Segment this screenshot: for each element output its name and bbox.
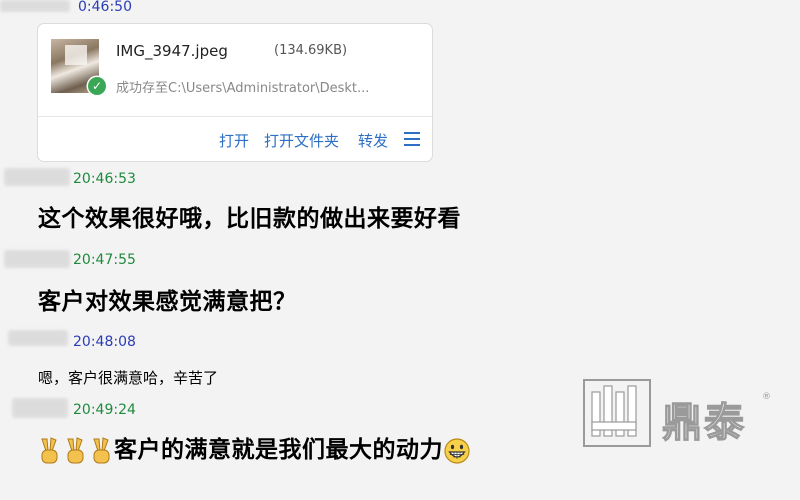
message-timestamp: 20:47:55 xyxy=(73,252,136,268)
blurred-sender-name xyxy=(8,330,68,346)
message-row: 客户的满意就是我们最大的动力 xyxy=(36,436,471,465)
open-file-link[interactable]: 打开 xyxy=(219,130,249,151)
card-divider xyxy=(38,116,432,117)
file-save-status: 成功存至C:\Users\Administrator\Deskt... xyxy=(116,81,370,96)
file-transfer-card[interactable]: ✓ IMG_3947.jpeg (134.69KB) 成功存至C:\Users\… xyxy=(37,23,433,162)
brand-mark-icon xyxy=(583,379,651,447)
message-timestamp: 20:48:08 xyxy=(73,334,136,350)
message-text: 嗯，客户很满意哈，辛苦了 xyxy=(38,369,219,387)
message-text: 这个效果很好哦，比旧款的做出来要好看 xyxy=(38,206,461,232)
hamburger-menu-icon[interactable] xyxy=(404,132,420,146)
message-timestamp: 20:49:24 xyxy=(73,402,136,418)
file-size: (134.69KB) xyxy=(274,43,348,58)
victory-hand-icon xyxy=(93,436,110,463)
blurred-sender-name xyxy=(12,398,68,418)
brand-name: 鼎泰 xyxy=(661,399,746,446)
brand-watermark-logo: 鼎泰 ® xyxy=(582,378,772,448)
registered-mark: ® xyxy=(762,392,771,402)
victory-hand-icon xyxy=(41,436,58,463)
grinning-face-icon xyxy=(444,437,470,464)
open-folder-link[interactable]: 打开文件夹 xyxy=(264,130,339,151)
message-timestamp: 0:46:50 xyxy=(78,0,132,15)
victory-hand-icon xyxy=(67,436,84,463)
blurred-sender-name xyxy=(4,250,70,268)
file-name: IMG_3947.jpeg xyxy=(116,42,228,60)
message-text: 客户的满意就是我们最大的动力 xyxy=(114,437,443,463)
forward-link[interactable]: 转发 xyxy=(358,130,388,151)
check-icon: ✓ xyxy=(88,77,106,95)
blurred-sender-name xyxy=(4,168,70,186)
message-timestamp: 20:46:53 xyxy=(73,171,136,187)
blurred-sender-name xyxy=(0,0,70,12)
message-text: 客户对效果感觉满意把？ xyxy=(38,289,297,315)
